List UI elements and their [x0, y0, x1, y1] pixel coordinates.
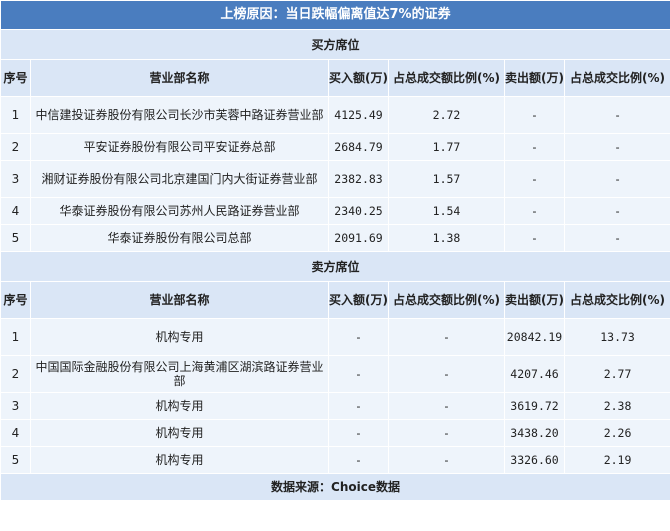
row-index: 2: [0, 133, 31, 161]
table-row: 5 机构专用 - -3326.60 2.19: [0, 446, 670, 474]
table-row: 4 华泰证券股份有限公司苏州人民路证券营业部 2340.25 1.54- -: [0, 197, 670, 225]
table-row: 2 平安证券股份有限公司平安证券总部 2684.79 1.77- -: [0, 133, 670, 161]
sell-amount: -: [504, 197, 565, 225]
table-row: 4 机构专用 - -3438.20 2.26: [0, 419, 670, 447]
sell-ratio: -: [563, 197, 670, 225]
footer-row: 数据来源：Choice数据: [0, 473, 670, 501]
buy-section-row: 买方席位: [0, 29, 670, 60]
header-index: 序号: [0, 281, 31, 319]
buy-amount: 2091.69: [328, 224, 389, 252]
sell-header-row: 序号 营业部名称 买入额(万) 占总成交额比例(%) 卖出额(万) 占总成交比例(%): [0, 281, 670, 319]
sell-amount: -: [504, 96, 565, 134]
buy-amount: 4125.49: [328, 96, 389, 134]
branch-name: 中信建投证券股份有限公司长沙市芙蓉中路证券营业部: [30, 96, 329, 134]
sell-amount: -: [504, 160, 565, 198]
table-row: 1 机构专用 - -20842.19 13.73: [0, 318, 670, 356]
sell-ratio: -: [563, 96, 670, 134]
table-title: 上榜原因：当日跌幅偏离值达7%的证券: [0, 0, 670, 30]
table-row: 3 机构专用 - -3619.72 2.38: [0, 392, 670, 420]
header-sell-amount: 卖出额(万): [504, 281, 565, 319]
header-branch-name: 营业部名称: [30, 281, 329, 319]
sell-amount: 4207.46: [504, 355, 565, 393]
buy-amount: -: [328, 318, 389, 356]
sell-section-row: 卖方席位: [0, 251, 670, 282]
buy-amount: 2382.83: [328, 160, 389, 198]
sell-ratio: -: [563, 133, 670, 161]
row-index: 4: [0, 419, 31, 447]
data-source-note: 数据来源：Choice数据: [0, 473, 670, 501]
buy-ratio: 1.57: [388, 160, 505, 198]
sell-ratio: 2.26: [563, 419, 670, 447]
sell-section-label: 卖方席位: [0, 251, 670, 282]
branch-name: 机构专用: [30, 392, 329, 420]
header-buy-ratio: 占总成交额比例(%): [388, 59, 505, 97]
branch-name: 湘财证券股份有限公司北京建国门内大街证券营业部: [30, 160, 329, 198]
header-buy-amount: 买入额(万): [328, 59, 389, 97]
header-index: 序号: [0, 59, 31, 97]
sell-amount: 3619.72: [504, 392, 565, 420]
sell-ratio: -: [563, 224, 670, 252]
sell-amount: 3438.20: [504, 419, 565, 447]
header-sell-ratio: 占总成交比例(%): [563, 59, 670, 97]
branch-name: 机构专用: [30, 419, 329, 447]
header-sell-ratio: 占总成交比例(%): [563, 281, 670, 319]
sell-amount: 3326.60: [504, 446, 565, 474]
table-row: 3 湘财证券股份有限公司北京建国门内大街证券营业部 2382.83 1.57- -: [0, 160, 670, 198]
buy-amount: -: [328, 392, 389, 420]
sell-ratio: 2.19: [563, 446, 670, 474]
branch-name: 华泰证券股份有限公司苏州人民路证券营业部: [30, 197, 329, 225]
branch-name: 机构专用: [30, 318, 329, 356]
branch-name: 平安证券股份有限公司平安证券总部: [30, 133, 329, 161]
sell-amount: -: [504, 224, 565, 252]
row-index: 3: [0, 392, 31, 420]
row-index: 3: [0, 160, 31, 198]
row-index: 4: [0, 197, 31, 225]
sell-ratio: 2.77: [563, 355, 670, 393]
table-row: 2 中国国际金融股份有限公司上海黄浦区湖滨路证券营业部 - -4207.46 2.77: [0, 355, 670, 393]
sell-amount: 20842.19: [504, 318, 565, 356]
branch-name: 华泰证券股份有限公司总部: [30, 224, 329, 252]
buy-ratio: -: [388, 446, 505, 474]
buy-header-row: 序号 营业部名称 买入额(万) 占总成交额比例(%) 卖出额(万) 占总成交比例(%): [0, 59, 670, 97]
buy-amount: -: [328, 355, 389, 393]
buy-amount: 2684.79: [328, 133, 389, 161]
sell-ratio: 2.38: [563, 392, 670, 420]
buy-amount: 2340.25: [328, 197, 389, 225]
header-sell-amount: 卖出额(万): [504, 59, 565, 97]
table-row: 5 华泰证券股份有限公司总部 2091.69 1.38- -: [0, 224, 670, 252]
buy-amount: -: [328, 446, 389, 474]
sell-amount: -: [504, 133, 565, 161]
buy-ratio: 2.72: [388, 96, 505, 134]
row-index: 5: [0, 446, 31, 474]
buy-ratio: -: [388, 355, 505, 393]
row-index: 2: [0, 355, 31, 393]
title-row: 上榜原因：当日跌幅偏离值达7%的证券: [0, 0, 670, 30]
header-buy-amount: 买入额(万): [328, 281, 389, 319]
buy-ratio: 1.77: [388, 133, 505, 161]
row-index: 5: [0, 224, 31, 252]
sell-ratio: 13.73: [563, 318, 670, 356]
buy-ratio: -: [388, 392, 505, 420]
sell-ratio: -: [563, 160, 670, 198]
buy-ratio: -: [388, 419, 505, 447]
buy-amount: -: [328, 419, 389, 447]
table-row: 1 中信建投证券股份有限公司长沙市芙蓉中路证券营业部 4125.49 2.72- -: [0, 96, 670, 134]
branch-name: 机构专用: [30, 446, 329, 474]
header-buy-ratio: 占总成交额比例(%): [388, 281, 505, 319]
header-branch-name: 营业部名称: [30, 59, 329, 97]
branch-name: 中国国际金融股份有限公司上海黄浦区湖滨路证券营业部: [30, 355, 329, 393]
dragon-tiger-table: 上榜原因：当日跌幅偏离值达7%的证券 买方席位 序号 营业部名称 买入额(万) 占总成交…: [0, 0, 670, 501]
buy-ratio: -: [388, 318, 505, 356]
row-index: 1: [0, 96, 31, 134]
buy-section-label: 买方席位: [0, 29, 670, 60]
row-index: 1: [0, 318, 31, 356]
buy-ratio: 1.54: [388, 197, 505, 225]
buy-ratio: 1.38: [388, 224, 505, 252]
